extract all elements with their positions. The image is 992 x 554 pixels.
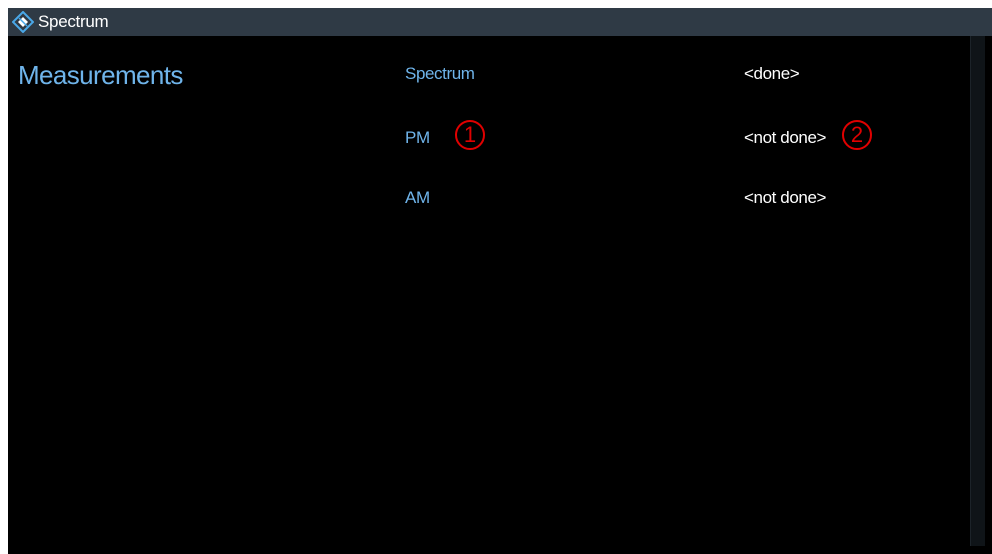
measurement-name-am[interactable]: AM (405, 188, 430, 208)
measurement-name-pm[interactable]: PM (405, 128, 430, 148)
window-title: Spectrum (38, 12, 109, 31)
title-bar: Spectrum (8, 8, 992, 36)
vertical-scrollbar[interactable] (970, 36, 985, 546)
measurement-status-spectrum: <done> (744, 64, 800, 83)
measurement-name-spectrum[interactable]: Spectrum (405, 64, 475, 84)
callout-marker-1: 1 (455, 120, 485, 150)
measurements-panel: Measurements Spectrum <done> PM 1 <not d… (8, 36, 978, 554)
app-diamond-icon (11, 10, 35, 34)
callout-marker-2: 2 (842, 120, 872, 150)
measurement-status-am: <not done> (744, 188, 827, 207)
section-title: Measurements (18, 60, 183, 90)
app-window: Spectrum Measurements Spectrum <done> PM… (8, 8, 992, 554)
measurement-status-pm: <not done> (744, 128, 827, 147)
